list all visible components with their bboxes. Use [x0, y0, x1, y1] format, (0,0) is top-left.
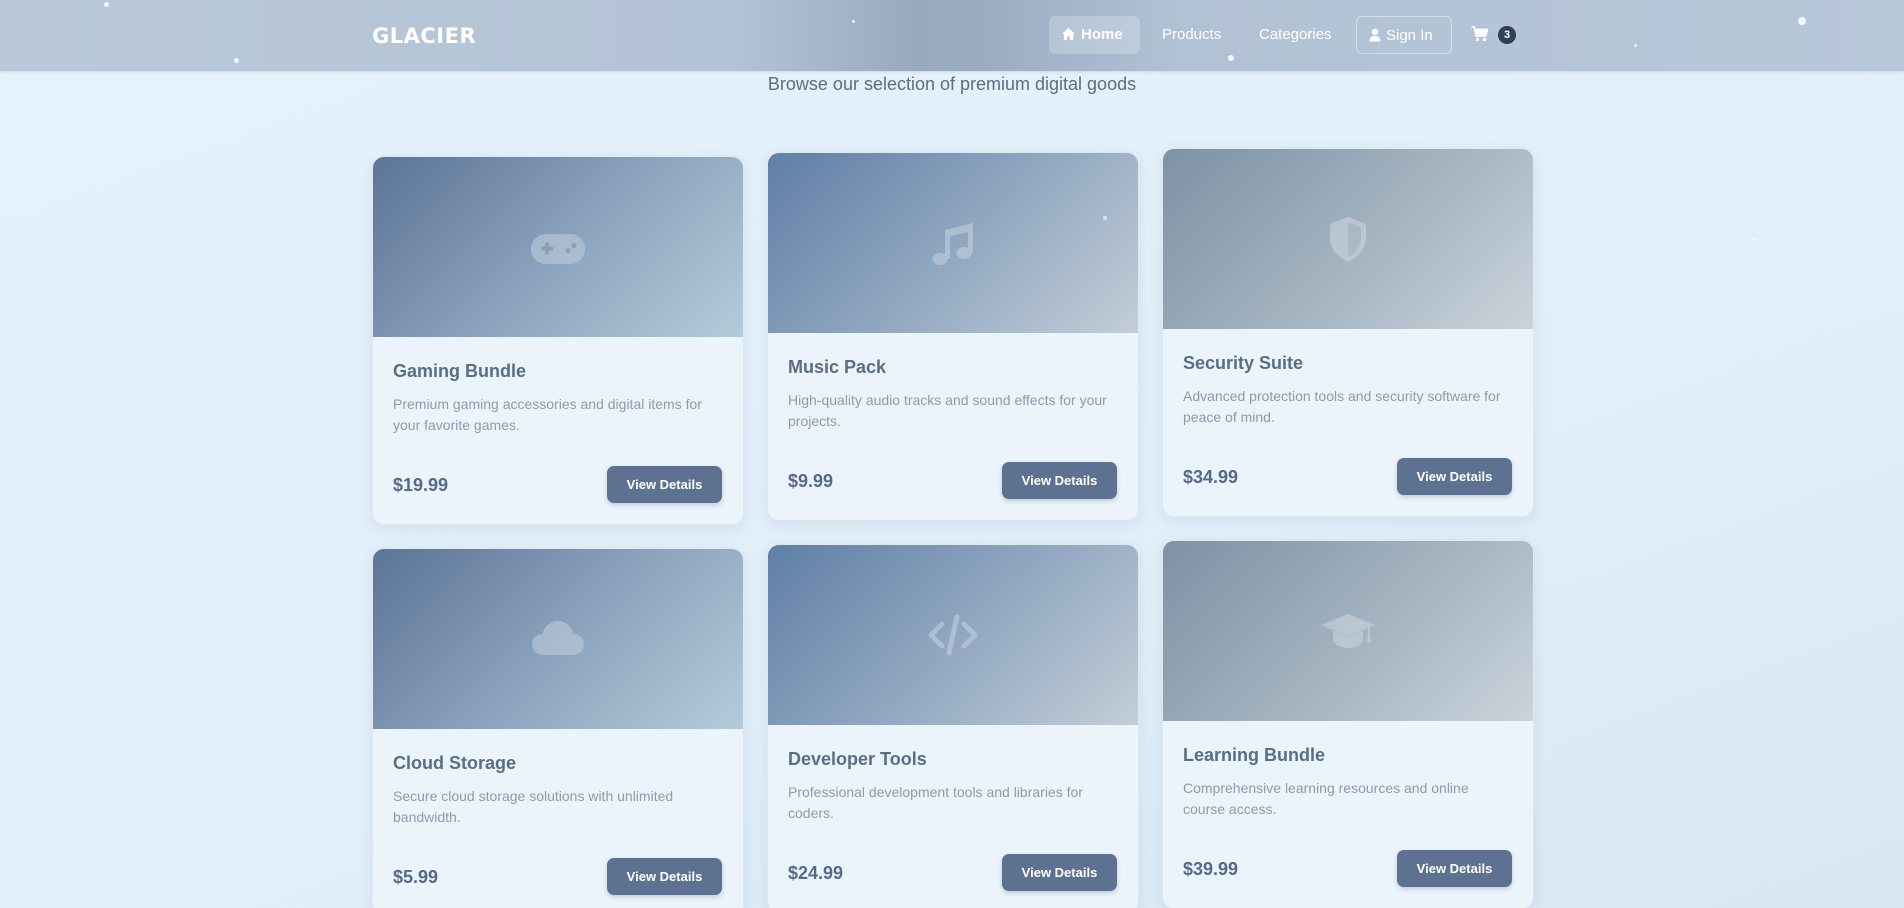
product-description: High-quality audio tracks and sound effe…: [788, 392, 1107, 429]
product-card-security-suite[interactable]: Security Suite Advanced protection tools…: [1162, 148, 1534, 517]
product-card-cloud-storage[interactable]: Cloud Storage Secure cloud storage solut…: [372, 548, 744, 908]
brand-logo[interactable]: GLACIER: [372, 24, 476, 48]
page-subtitle: Browse our selection of premium digital …: [767, 74, 1137, 94]
shield-icon: [1330, 217, 1366, 262]
product-image: [768, 545, 1138, 725]
product-price: $9.99: [788, 471, 834, 491]
product-title: Developer Tools: [788, 749, 927, 769]
product-price: $34.99: [1183, 467, 1239, 487]
product-card-developer-tools[interactable]: Developer Tools Professional development…: [767, 544, 1139, 908]
nav-products-link[interactable]: Products: [1150, 16, 1233, 54]
view-details-button[interactable]: View Details: [1397, 850, 1512, 887]
nav-home-link[interactable]: Home: [1049, 16, 1140, 54]
user-icon: [1369, 28, 1381, 42]
home-icon: [1061, 27, 1076, 41]
product-image: [1163, 541, 1533, 721]
snowflake-decoration: [104, 2, 109, 7]
product-price: $39.99: [1183, 859, 1239, 879]
view-details-button[interactable]: View Details: [1002, 462, 1117, 499]
product-image: [1163, 149, 1533, 329]
product-price: $19.99: [393, 475, 449, 495]
snowflake-decoration: [1103, 216, 1107, 220]
view-details-button[interactable]: View Details: [1397, 458, 1512, 495]
product-price: $5.99: [393, 867, 439, 887]
snowflake-decoration: [1228, 55, 1234, 61]
product-description: Comprehensive learning resources and onl…: [1183, 780, 1469, 817]
music-note-icon: [932, 223, 973, 265]
cart-count-badge: 3: [1498, 26, 1516, 44]
product-description: Professional development tools and libra…: [788, 784, 1083, 821]
view-details-button[interactable]: View Details: [607, 858, 722, 895]
product-description: Secure cloud storage solutions with unli…: [393, 788, 674, 825]
product-card-gaming-bundle[interactable]: Gaming Bundle Premium gaming accessories…: [372, 156, 744, 525]
graduation-cap-icon: [1321, 614, 1375, 648]
cloud-icon: [532, 621, 584, 655]
snowflake-decoration: [1753, 238, 1756, 241]
navbar: GLACIER Home Products Categories Sign In…: [0, 0, 1904, 71]
product-image: [373, 549, 743, 729]
product-image: [373, 157, 743, 337]
cart-button[interactable]: 3: [1471, 24, 1521, 46]
cart-icon: [1471, 26, 1489, 42]
product-image: [768, 153, 1138, 333]
product-title: Cloud Storage: [393, 753, 517, 773]
product-title: Music Pack: [788, 357, 887, 377]
product-card-music-pack[interactable]: Music Pack High-quality audio tracks and…: [767, 152, 1139, 521]
sign-in-label: Sign In: [1386, 27, 1433, 44]
product-title: Gaming Bundle: [393, 361, 527, 381]
product-price: $24.99: [788, 863, 844, 883]
code-icon: [928, 614, 978, 656]
snowflake-decoration: [852, 20, 855, 23]
gamepad-icon: [531, 234, 585, 264]
snowflake-decoration: [1634, 44, 1637, 47]
product-title: Learning Bundle: [1183, 745, 1326, 765]
snowflake-decoration: [1798, 17, 1806, 25]
product-title: Security Suite: [1183, 353, 1304, 373]
snowflake-decoration: [234, 58, 239, 63]
product-description: Advanced protection tools and security s…: [1183, 388, 1501, 425]
sign-in-button[interactable]: Sign In: [1356, 16, 1452, 54]
product-card-learning-bundle[interactable]: Learning Bundle Comprehensive learning r…: [1162, 540, 1534, 908]
view-details-button[interactable]: View Details: [607, 466, 722, 503]
nav-home-label: Home: [1081, 26, 1123, 43]
nav-categories-link[interactable]: Categories: [1247, 16, 1344, 54]
view-details-button[interactable]: View Details: [1002, 854, 1117, 891]
product-description: Premium gaming accessories and digital i…: [393, 396, 702, 433]
